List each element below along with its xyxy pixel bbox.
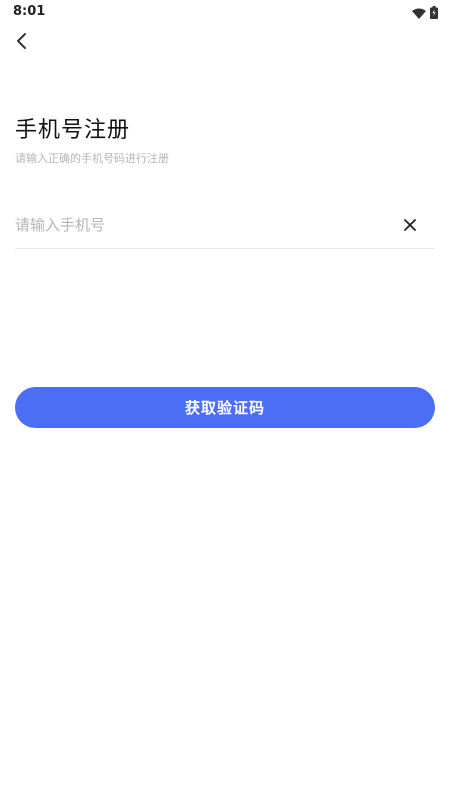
wifi-icon [412, 4, 426, 23]
close-icon [404, 216, 416, 235]
battery-icon [430, 4, 438, 23]
page-subtitle: 请输入正确的手机号码进行注册 [15, 152, 169, 165]
back-button[interactable] [10, 32, 32, 54]
get-verification-code-button[interactable]: 获取验证码 [15, 387, 435, 428]
chevron-left-icon [15, 32, 27, 54]
status-time: 8:01 [13, 4, 46, 19]
status-icons [412, 4, 438, 23]
phone-input[interactable] [15, 210, 385, 240]
phone-field-row [15, 202, 435, 249]
page-title: 手机号注册 [15, 118, 131, 143]
status-bar: 8:01 [0, 0, 450, 24]
clear-button[interactable] [401, 216, 419, 234]
